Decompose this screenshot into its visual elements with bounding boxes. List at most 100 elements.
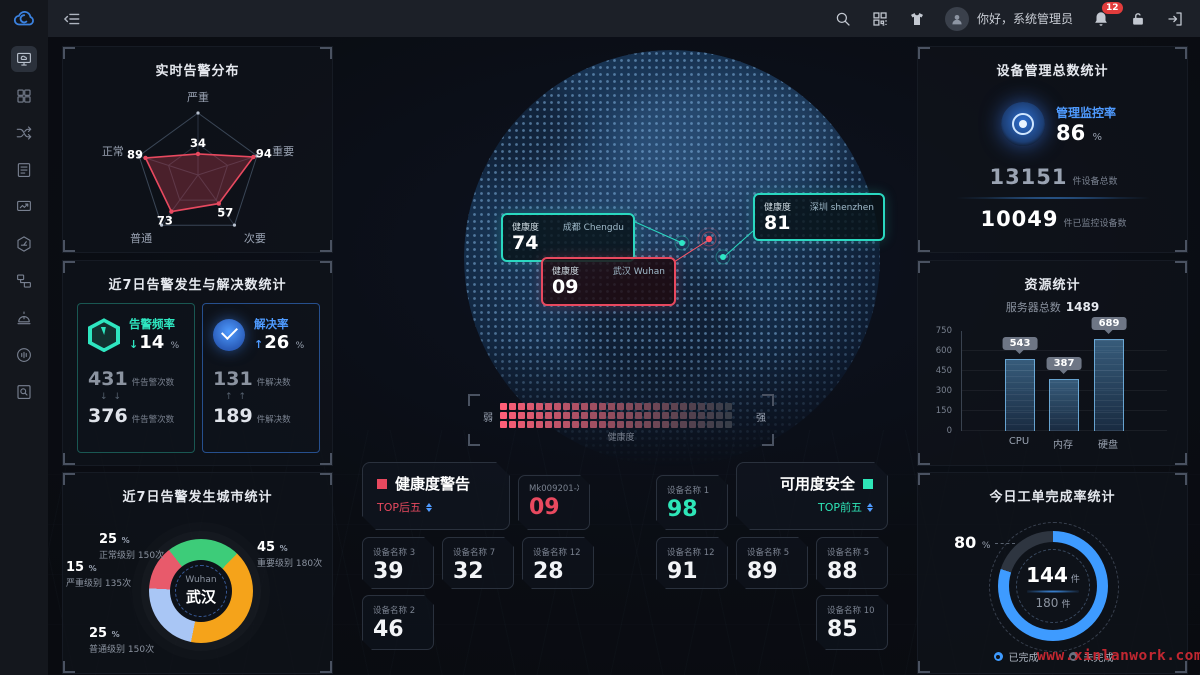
alarm-frequency-card[interactable]: 告警频率 ↓14 % 431件告警次数 ↓↓ 376件告警次数	[77, 303, 195, 453]
device-card[interactable]: 设备名称 588	[816, 537, 888, 589]
svg-text:正常: 正常	[102, 145, 124, 158]
device-card[interactable]: 设备名称 589	[736, 537, 808, 589]
y-tick: 750	[936, 326, 952, 336]
logout-icon[interactable]	[1166, 10, 1184, 28]
city-name-en: Wuhan	[185, 575, 216, 585]
sidebar-item-monitor-dashboard[interactable]	[11, 46, 37, 72]
sidebar-item-shuffle[interactable]	[11, 120, 37, 146]
mini-trend-arrows: ↓↓	[100, 391, 184, 404]
trend-arrow-icon: ↑	[254, 338, 263, 351]
device-card-value: 88	[827, 558, 877, 586]
badge-value: 09	[552, 277, 665, 299]
sidebar-item-trend-screen[interactable]	[11, 194, 37, 220]
panel-title: 近7日告警发生城市统计	[63, 473, 332, 505]
panel-device-total-stats: 设备管理总数统计 管理监控率 86 % 13151件设备总数 10049件已监控…	[917, 46, 1188, 253]
y-tick: 450	[936, 366, 952, 376]
metric-name: 告警频率	[129, 316, 179, 332]
badge-value: 74	[512, 233, 624, 255]
device-card[interactable]: Mk009201-XLL...09	[518, 475, 590, 530]
panel-7day-alarm-city-stats: 近7日告警发生城市统计 Wuhan 武汉 25 % 正常级别 150次 45 %…	[62, 472, 333, 674]
sidebar-item-report[interactable]	[11, 157, 37, 183]
device-card-value: 46	[373, 616, 423, 644]
sort-icon[interactable]	[426, 503, 432, 512]
audio-wave-icon	[15, 346, 33, 364]
device-total-value: 13151	[989, 165, 1067, 189]
resolve-rate-card[interactable]: 解决率 ↑26 % 131件解决数 ↑↑ 189件解决数	[202, 303, 320, 453]
sidebar-item-alarm[interactable]	[11, 305, 37, 331]
done-count: 144	[1026, 563, 1068, 587]
device-card[interactable]: 设备名称 1291	[656, 537, 728, 589]
device-card-label: 设备名称 10	[827, 604, 877, 616]
notifications-button[interactable]: 12	[1092, 10, 1110, 28]
segment-label: 25 % 普通级别 150次	[89, 625, 154, 657]
stat-value: 131	[213, 368, 253, 390]
strip-strong-label: 强	[756, 409, 766, 424]
stat-label: 件解决数	[257, 378, 291, 388]
x-category: 内存	[1053, 436, 1073, 451]
device-card[interactable]: 设备名称 246	[362, 595, 434, 650]
sort-icon[interactable]	[867, 503, 873, 512]
search-icon[interactable]	[834, 10, 852, 28]
badge-city: 深圳 shenzhen	[810, 200, 874, 213]
device-card-label: 设备名称 7	[453, 546, 503, 558]
bar-tooltip: 387	[1047, 357, 1082, 370]
segment-label: 45 % 重要级别 180次	[257, 539, 322, 571]
device-total-label: 件设备总数	[1073, 177, 1118, 187]
monitored-value: 10049	[980, 207, 1058, 231]
city-donut-chart: Wuhan 武汉	[149, 539, 253, 643]
device-card-value: 85	[827, 616, 877, 644]
monitor-camera-icon	[1001, 102, 1045, 146]
sidebar-item-audio-wave[interactable]	[11, 342, 37, 368]
collapse-menu-icon[interactable]	[62, 9, 82, 29]
monitor-rate-unit: %	[1093, 132, 1103, 143]
user-greeting: 你好，系统管理员	[977, 10, 1073, 27]
device-card[interactable]: 设备名称 1085	[816, 595, 888, 650]
group-subtitle: TOP后五	[377, 499, 421, 515]
device-card[interactable]: 设备名称 198	[656, 475, 728, 530]
health-badge-chengdu[interactable]: 健康度成都 Chengdu 74	[501, 213, 635, 262]
cloud-logo-icon	[12, 7, 36, 31]
delta-value: 14	[139, 332, 164, 353]
shuffle-icon	[15, 124, 33, 142]
red-square-icon	[377, 479, 387, 489]
legend-dot	[994, 652, 1003, 661]
check-circle-icon	[213, 319, 245, 351]
sidebar-item-apps-grid[interactable]	[11, 83, 37, 109]
qrcode-icon[interactable]	[871, 10, 889, 28]
group-title: 可用度安全	[780, 473, 855, 494]
strip-cells	[500, 403, 732, 428]
health-badge-wuhan[interactable]: 健康度武汉 Wuhan 09	[541, 257, 676, 306]
device-card-label: 设备名称 3	[373, 546, 423, 558]
user-chip[interactable]: 你好，系统管理员	[945, 7, 1073, 31]
delta-unit: %	[296, 341, 305, 351]
gauge-hex-icon	[15, 235, 33, 253]
stat-value: 431	[88, 368, 128, 390]
device-card[interactable]: 设备名称 339	[362, 537, 434, 589]
panel-workorder-completion: 今日工单完成率统计 144件 180件 80 % 已完成 未完成	[917, 472, 1188, 674]
svg-text:73: 73	[157, 214, 173, 228]
availability-safe-header[interactable]: 可用度安全 TOP前五	[736, 462, 888, 530]
legend-done[interactable]: 已完成	[994, 649, 1039, 664]
theme-shirt-icon[interactable]	[908, 10, 926, 28]
top-bar: 你好，系统管理员 12	[0, 0, 1200, 37]
svg-text:次要: 次要	[244, 231, 266, 245]
sidebar-item-topology[interactable]	[11, 268, 37, 294]
strip-title: 健康度	[468, 430, 774, 443]
app-logo[interactable]	[0, 0, 48, 37]
stat-label: 件解决数	[257, 415, 291, 425]
apps-grid-icon	[15, 87, 33, 105]
lock-icon[interactable]	[1129, 10, 1147, 28]
health-badge-shenzhen[interactable]: 健康度深圳 shenzhen 81	[753, 193, 885, 241]
device-card[interactable]: 设备名称 732	[442, 537, 514, 589]
device-card-value: 32	[453, 558, 503, 586]
sidebar-item-gauge-hex[interactable]	[11, 231, 37, 257]
monitor-rate-label: 管理监控率	[1056, 104, 1116, 121]
metric-name: 解决率	[254, 316, 304, 332]
device-card[interactable]: 设备名称 1228	[522, 537, 594, 589]
health-warning-header[interactable]: 健康度警告 TOP后五	[362, 462, 510, 530]
report-icon	[15, 161, 33, 179]
group-title: 健康度警告	[395, 473, 470, 494]
panel-title: 近7日告警发生与解决数统计	[63, 261, 332, 293]
sidebar-item-search-doc[interactable]	[11, 379, 37, 405]
top-bar-actions: 你好，系统管理员 12	[834, 7, 1184, 31]
